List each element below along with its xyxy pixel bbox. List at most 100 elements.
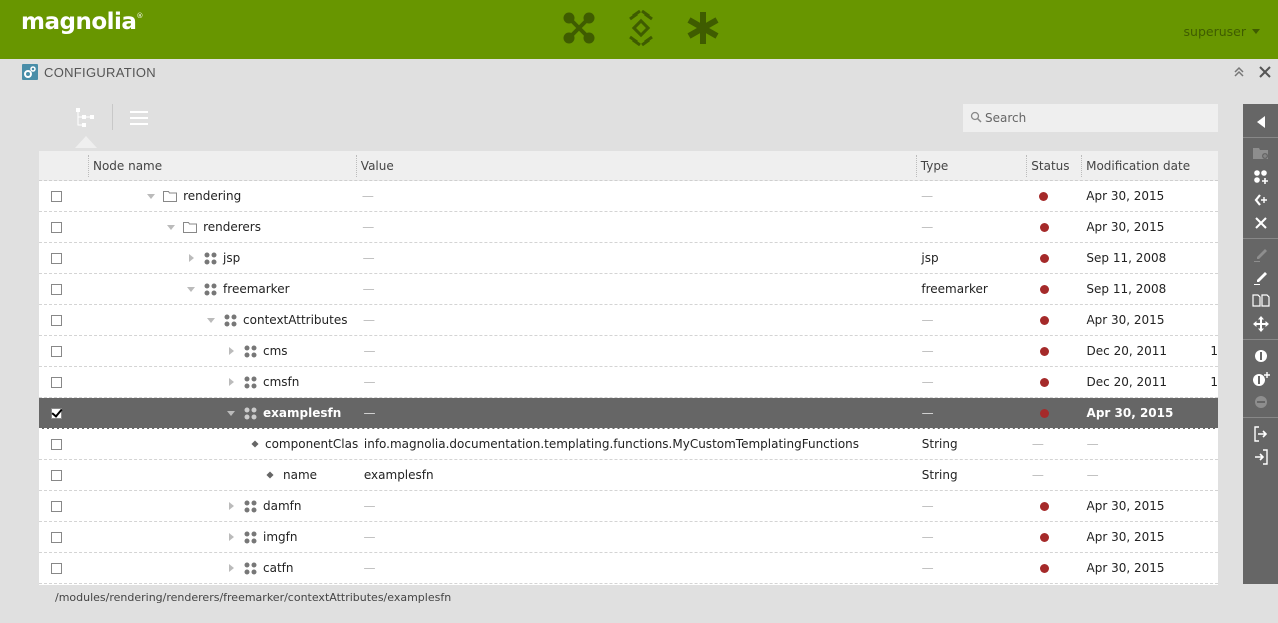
expand-node-icon[interactable] bbox=[225, 500, 237, 512]
modification-date: Dec 20, 2011 bbox=[1086, 375, 1168, 389]
modification-date-cell: Apr 30, 2015 bbox=[1082, 553, 1218, 583]
delete-icon[interactable] bbox=[1243, 211, 1278, 234]
move-icon[interactable] bbox=[1243, 312, 1278, 335]
table-row[interactable]: rendering — — Apr 30, 2015 bbox=[39, 181, 1218, 212]
table-row[interactable]: name examplesfn String — — bbox=[39, 460, 1218, 491]
table-row[interactable]: damfn — — Apr 30, 2015 bbox=[39, 491, 1218, 522]
table-row[interactable]: cmsfn — — Dec 20, 2011 1 bbox=[39, 367, 1218, 398]
tree-view-icon[interactable] bbox=[68, 100, 104, 136]
collapse-node-icon[interactable] bbox=[165, 221, 177, 233]
node-name-cell: componentClass bbox=[88, 429, 359, 459]
status-dot-icon bbox=[1039, 316, 1049, 325]
activate-icon[interactable] bbox=[1243, 344, 1278, 367]
active-view-pointer bbox=[75, 136, 97, 148]
collapse-node-icon[interactable] bbox=[185, 283, 197, 295]
row-checkbox[interactable] bbox=[51, 438, 62, 450]
collapse-actionbar-icon[interactable] bbox=[1243, 110, 1278, 133]
row-checkbox[interactable] bbox=[51, 469, 62, 481]
row-checkbox[interactable] bbox=[51, 221, 62, 233]
type-cell: — bbox=[921, 189, 934, 203]
header-value[interactable]: Value bbox=[355, 151, 916, 181]
row-checkbox[interactable] bbox=[51, 190, 62, 202]
table-row[interactable]: examplesfn — — Apr 30, 2015 bbox=[39, 398, 1218, 429]
top-bar: magnolia® superuser bbox=[0, 0, 1278, 59]
expand-node-icon[interactable] bbox=[225, 562, 237, 574]
node-name: cms bbox=[263, 344, 288, 358]
collapse-node-icon[interactable] bbox=[205, 314, 217, 326]
table-row[interactable]: jsp — jsp Sep 11, 2008 bbox=[39, 243, 1218, 274]
modification-date-cell: Apr 30, 2015 bbox=[1081, 305, 1218, 335]
node-name-cell: damfn bbox=[88, 491, 358, 521]
row-checkbox[interactable] bbox=[51, 314, 62, 326]
table-row[interactable]: freemarker — freemarker Sep 11, 2008 bbox=[39, 274, 1218, 305]
modification-date-cell: Apr 30, 2015 bbox=[1082, 398, 1218, 428]
header-node-name[interactable]: Node name bbox=[87, 151, 356, 181]
status-cell bbox=[1027, 367, 1082, 397]
export-icon[interactable] bbox=[1243, 422, 1278, 445]
header-status[interactable]: Status bbox=[1026, 151, 1081, 181]
truncated-column-text: 1 bbox=[1210, 375, 1218, 389]
content-node-icon bbox=[203, 282, 217, 296]
table-row[interactable]: catfn — — Apr 30, 2015 bbox=[39, 553, 1218, 584]
expand-node-icon[interactable] bbox=[225, 531, 237, 543]
node-name-cell: cms bbox=[88, 336, 358, 366]
content-node-icon bbox=[243, 561, 257, 575]
import-icon[interactable] bbox=[1243, 445, 1278, 468]
magnolia-logo[interactable]: magnolia® bbox=[21, 9, 143, 35]
no-toggle-spacer bbox=[245, 469, 257, 481]
pulse-icon[interactable] bbox=[622, 9, 660, 47]
row-checkbox[interactable] bbox=[51, 252, 62, 264]
value-cell: — bbox=[363, 313, 376, 327]
add-content-node-icon[interactable] bbox=[1243, 165, 1278, 188]
status-dot-icon bbox=[1039, 192, 1049, 201]
row-checkbox[interactable] bbox=[51, 531, 62, 543]
node-name: name bbox=[282, 468, 318, 482]
favorites-icon[interactable] bbox=[684, 9, 722, 47]
header-type[interactable]: Type bbox=[915, 151, 1027, 181]
row-select-cell bbox=[39, 274, 88, 304]
header-modification-date[interactable]: Modification date bbox=[1081, 151, 1218, 181]
node-name-cell: jsp bbox=[88, 243, 358, 273]
collapse-icon[interactable] bbox=[1230, 63, 1248, 81]
expand-node-icon[interactable] bbox=[185, 252, 197, 264]
content-node-icon bbox=[203, 251, 217, 265]
table-row[interactable]: contextAttributes — — Apr 30, 2015 bbox=[39, 305, 1218, 336]
node-name-cell: renderers bbox=[88, 212, 357, 242]
rename-icon[interactable] bbox=[1243, 266, 1278, 289]
type-cell: — bbox=[921, 375, 934, 389]
row-select-cell bbox=[39, 491, 88, 521]
table-row[interactable]: cms — — Dec 20, 2011 1 bbox=[39, 336, 1218, 367]
table-row[interactable]: componentClass info.magnolia.documentatio… bbox=[39, 429, 1218, 460]
search-input[interactable] bbox=[985, 111, 1205, 125]
type-cell: — bbox=[921, 406, 934, 420]
row-select-cell bbox=[39, 522, 88, 552]
row-checkbox[interactable] bbox=[51, 345, 62, 357]
search-field[interactable] bbox=[963, 104, 1218, 132]
modification-date: Dec 20, 2011 bbox=[1086, 344, 1168, 358]
duplicate-icon[interactable] bbox=[1243, 289, 1278, 312]
close-icon[interactable] bbox=[1256, 63, 1274, 81]
node-name-cell: rendering bbox=[88, 181, 357, 211]
row-checkbox[interactable] bbox=[51, 500, 62, 512]
row-checkbox[interactable] bbox=[51, 407, 62, 419]
row-checkbox[interactable] bbox=[51, 376, 62, 388]
row-checkbox[interactable] bbox=[51, 562, 62, 574]
value-cell: — bbox=[363, 344, 376, 358]
collapse-node-icon[interactable] bbox=[145, 190, 157, 202]
header-select bbox=[39, 151, 88, 181]
collapse-node-icon[interactable] bbox=[225, 407, 237, 419]
table-row[interactable]: imgfn — — Apr 30, 2015 bbox=[39, 522, 1218, 553]
table-row[interactable]: renderers — — Apr 30, 2015 bbox=[39, 212, 1218, 243]
expand-node-icon[interactable] bbox=[225, 376, 237, 388]
user-menu[interactable]: superuser bbox=[1184, 24, 1260, 39]
type-cell: freemarker bbox=[921, 282, 988, 296]
applauncher-icon[interactable] bbox=[560, 9, 598, 47]
row-checkbox[interactable] bbox=[51, 283, 62, 295]
content-node-icon bbox=[243, 375, 257, 389]
add-property-icon[interactable] bbox=[1243, 188, 1278, 211]
activate-recursive-icon[interactable] bbox=[1243, 367, 1278, 390]
modification-date-cell: — bbox=[1082, 429, 1218, 459]
list-view-icon[interactable] bbox=[121, 100, 157, 136]
modification-date-cell: Apr 30, 2015 bbox=[1081, 181, 1218, 211]
expand-node-icon[interactable] bbox=[225, 345, 237, 357]
